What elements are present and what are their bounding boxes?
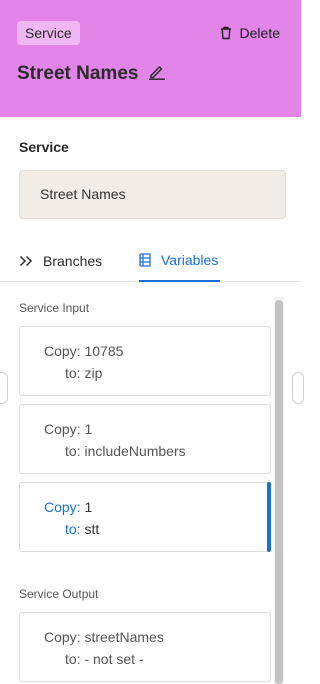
copy-key: Copy: [44, 343, 81, 359]
service-output-label: Service Output [19, 587, 99, 601]
copy-line: Copy: 1 [44, 499, 92, 515]
tab-bar: Branches Variables [0, 240, 301, 282]
copy-value: 1 [84, 499, 93, 515]
service-header: Service Delete Street Names [0, 0, 301, 117]
variable-mapping-card[interactable]: Copy: 1 to: includeNumbers [19, 404, 271, 474]
to-line: to: zip [65, 365, 102, 381]
scrollbar-thumb[interactable] [275, 300, 283, 684]
variable-mapping-card[interactable]: Copy: streetNames to: - not set - [19, 612, 271, 682]
variable-mapping-card[interactable]: Copy: 10785 to: zip [19, 326, 271, 396]
tab-branches[interactable]: Branches [19, 240, 102, 282]
to-value: includeNumbers [84, 443, 186, 459]
service-type-badge: Service [17, 21, 80, 45]
copy-line: Copy: streetNames [44, 629, 164, 645]
copy-value: streetNames [84, 629, 164, 645]
service-field-label: Service [19, 139, 69, 155]
delete-label: Delete [239, 25, 280, 41]
to-line: to: stt [65, 521, 99, 537]
title-row: Street Names [17, 62, 166, 85]
trash-icon [220, 26, 232, 40]
to-key: to: [65, 521, 81, 537]
copy-key: Copy: [44, 499, 81, 515]
left-edge-handle[interactable] [0, 372, 8, 404]
to-value: stt [84, 521, 100, 537]
service-input-label: Service Input [19, 301, 90, 315]
pencil-icon[interactable] [148, 62, 166, 85]
copy-value: 10785 [84, 343, 124, 359]
copy-key: Copy: [44, 421, 81, 437]
to-value: - not set - [84, 651, 144, 667]
copy-line: Copy: 10785 [44, 343, 123, 359]
list-icon [139, 253, 151, 267]
copy-value: 1 [84, 421, 93, 437]
to-line: to: - not set - [65, 651, 144, 667]
page-title: Street Names [17, 62, 139, 84]
copy-key: Copy: [44, 629, 81, 645]
to-value: zip [84, 365, 103, 381]
to-key: to: [65, 651, 81, 667]
to-key: to: [65, 365, 81, 381]
service-name-field[interactable]: Street Names [19, 170, 286, 219]
tab-branches-label: Branches [43, 253, 103, 269]
to-key: to: [65, 443, 81, 459]
delete-button[interactable]: Delete [220, 22, 280, 44]
selection-indicator [267, 482, 271, 552]
copy-line: Copy: 1 [44, 421, 92, 437]
tab-variables-label: Variables [161, 252, 219, 268]
variable-mapping-card-selected[interactable]: Copy: 1 to: stt [19, 482, 271, 552]
chevrons-right-icon [19, 255, 33, 267]
tab-variables[interactable]: Variables [139, 240, 221, 282]
right-edge-handle[interactable] [292, 372, 304, 404]
to-line: to: includeNumbers [65, 443, 186, 459]
